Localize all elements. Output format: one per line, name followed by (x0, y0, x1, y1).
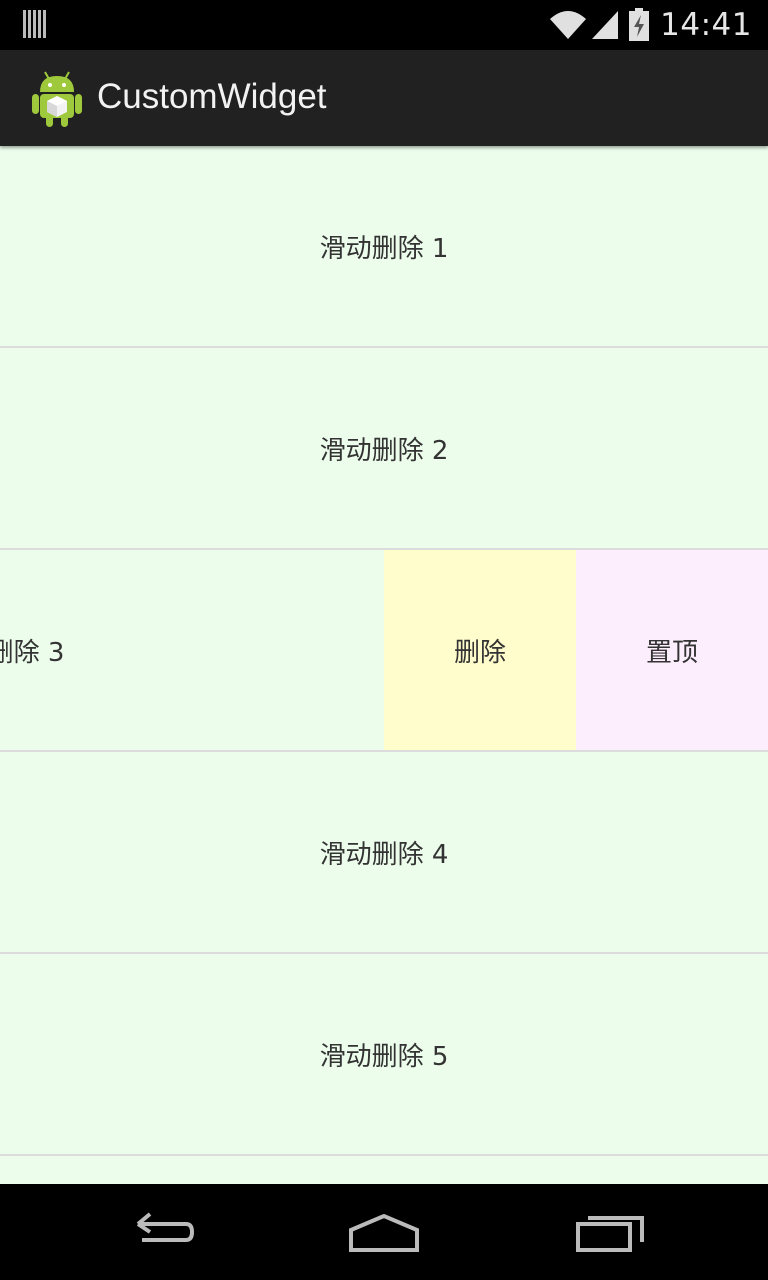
list-item-label: 滑动删除 1 (319, 233, 449, 264)
delete-button[interactable]: 删除 (384, 550, 576, 750)
navigation-bar (0, 1184, 768, 1280)
notification-bars-icon (23, 10, 46, 38)
status-time: 14:41 (660, 7, 752, 43)
swipe-list[interactable]: 滑动删除 1 滑动删除 2 滑动删除 3 删除 置顶 滑动删除 4 滑动删除 5 (0, 146, 768, 1184)
battery-charging-icon (629, 8, 650, 41)
action-bar: CustomWidget (0, 50, 768, 146)
wifi-icon (550, 11, 587, 39)
recent-apps-icon[interactable] (566, 1202, 656, 1262)
divider (0, 1154, 768, 1156)
list-item[interactable]: 滑动删除 1 (0, 146, 768, 346)
list-item[interactable]: 滑动删除 2 (0, 348, 768, 548)
list-item-label: 滑动删除 3 (0, 637, 65, 668)
android-app-icon[interactable] (30, 68, 84, 128)
cell-signal-icon (592, 11, 619, 39)
app-title: CustomWidget (97, 77, 327, 116)
list-item-label: 滑动删除 4 (319, 839, 449, 870)
list-item-label: 滑动删除 5 (319, 1041, 449, 1072)
list-item[interactable]: 滑动删除 4 (0, 752, 768, 952)
home-icon[interactable] (339, 1202, 429, 1262)
back-icon[interactable] (116, 1202, 206, 1262)
list-item-swiped[interactable]: 滑动删除 3 删除 置顶 (0, 550, 768, 750)
list-item-label: 滑动删除 2 (319, 435, 449, 466)
status-bar: 14:41 (0, 0, 768, 50)
list-item[interactable]: 滑动删除 5 (0, 954, 768, 1154)
pin-to-top-button[interactable]: 置顶 (576, 550, 768, 750)
